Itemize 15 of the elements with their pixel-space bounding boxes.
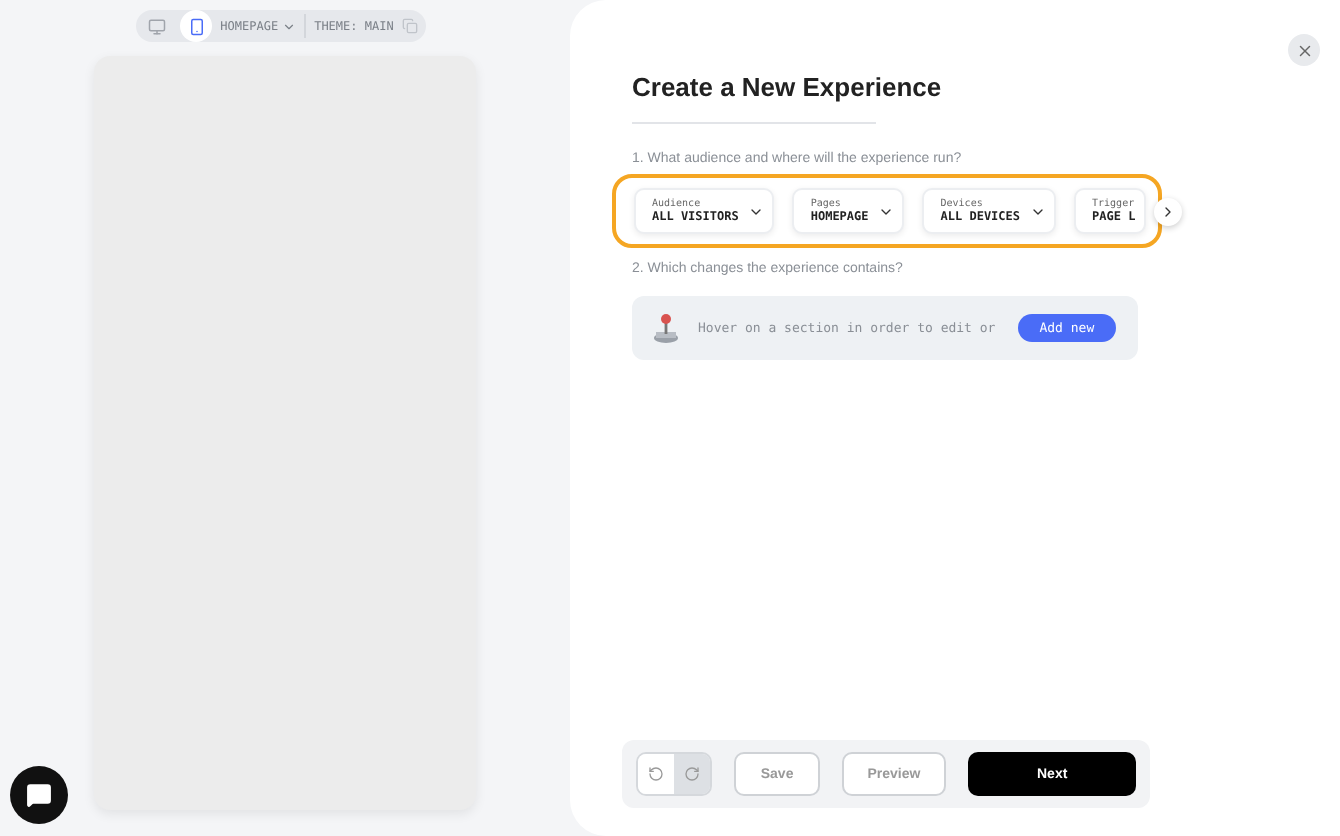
joystick-icon (652, 312, 680, 344)
monitor-icon (147, 17, 166, 35)
close-button[interactable] (1288, 34, 1320, 66)
scroll-right-button[interactable] (1153, 197, 1182, 225)
undo-icon (648, 766, 665, 782)
copy-icon (401, 18, 418, 34)
page-title: Create a New Experience (632, 72, 944, 102)
device-toggle[interactable] (180, 10, 213, 42)
chevron-down-icon (282, 19, 297, 33)
chat-icon (26, 782, 52, 808)
undo-button[interactable] (638, 754, 675, 794)
chat-button[interactable] (10, 766, 68, 824)
redo-icon (684, 766, 701, 782)
close-icon (1295, 41, 1313, 59)
smartphone-icon (187, 17, 206, 35)
